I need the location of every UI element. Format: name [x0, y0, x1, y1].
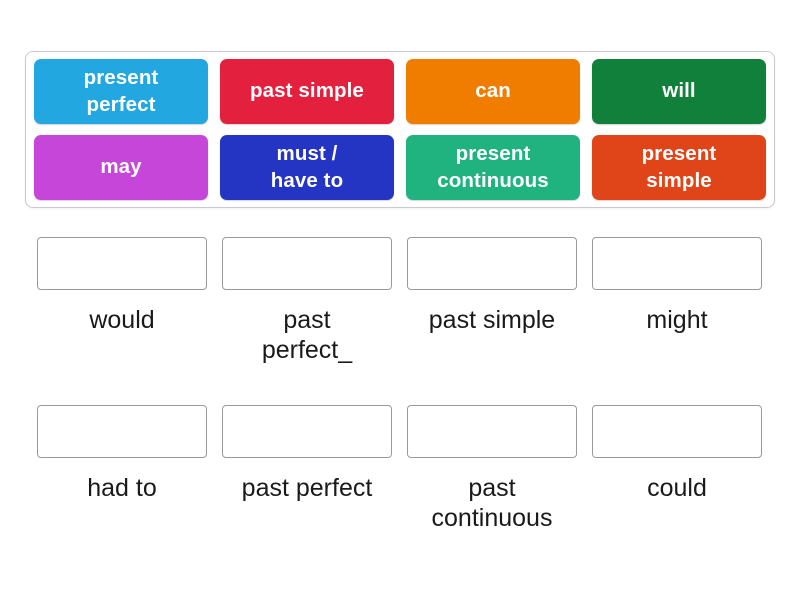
slot-label-past-simple: past simple — [428, 306, 556, 334]
answer-slot-might: might — [592, 237, 762, 365]
answer-slot-past-simple: past simple — [407, 237, 577, 365]
slot-label-could: could — [647, 474, 707, 502]
answer-row-1: would past perfect_ past simple might — [37, 237, 762, 365]
tile-must-have-to[interactable]: must / have to — [220, 135, 394, 200]
slot-label-had-to: had to — [87, 474, 157, 502]
drop-zone-past-continuous[interactable] — [407, 405, 577, 458]
draggable-tiles-tray: present perfect past simple can will may… — [25, 51, 775, 208]
drop-zone-might[interactable] — [592, 237, 762, 290]
tile-past-simple[interactable]: past simple — [220, 59, 394, 124]
tile-grid: present perfect past simple can will may… — [34, 59, 766, 200]
activity-stage: present perfect past simple can will may… — [0, 0, 800, 600]
drop-zone-would[interactable] — [37, 237, 207, 290]
answer-slot-past-perfect-underscore: past perfect_ — [222, 237, 392, 365]
drop-zone-past-perfect-underscore[interactable] — [222, 237, 392, 290]
answer-slot-had-to: had to — [37, 405, 207, 533]
tile-can[interactable]: can — [406, 59, 580, 124]
slot-label-past-perfect: past perfect — [241, 474, 373, 502]
tile-present-continuous[interactable]: present continuous — [406, 135, 580, 200]
tile-present-simple[interactable]: present simple — [592, 135, 766, 200]
answer-row-2: had to past perfect past continuous coul… — [37, 405, 762, 533]
slot-label-past-continuous: past continuous — [431, 474, 553, 532]
answer-slot-past-continuous: past continuous — [407, 405, 577, 533]
slot-label-past-perfect-underscore: past perfect_ — [261, 306, 353, 364]
slot-label-would: would — [89, 306, 155, 334]
tile-may[interactable]: may — [34, 135, 208, 200]
drop-zone-had-to[interactable] — [37, 405, 207, 458]
answer-slot-would: would — [37, 237, 207, 365]
answer-slot-past-perfect: past perfect — [222, 405, 392, 533]
tile-present-perfect[interactable]: present perfect — [34, 59, 208, 124]
slot-label-might: might — [646, 306, 708, 334]
drop-zone-past-perfect[interactable] — [222, 405, 392, 458]
drop-zone-could[interactable] — [592, 405, 762, 458]
tile-will[interactable]: will — [592, 59, 766, 124]
answer-slot-could: could — [592, 405, 762, 533]
drop-zone-past-simple[interactable] — [407, 237, 577, 290]
